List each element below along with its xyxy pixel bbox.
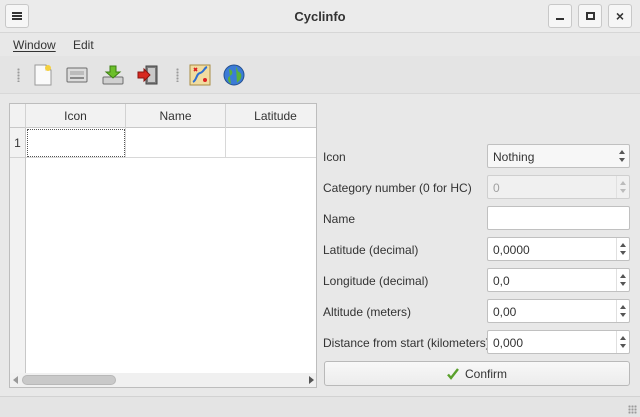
latitude-spinbox[interactable]: 0,0000 xyxy=(487,237,630,261)
latitude-value: 0,0000 xyxy=(493,243,530,257)
name-input[interactable] xyxy=(487,206,630,230)
combo-arrows-icon xyxy=(616,145,629,167)
icon-select-value: Nothing xyxy=(493,150,535,164)
minimize-button[interactable] xyxy=(548,4,572,28)
scrollbar-thumb[interactable] xyxy=(22,375,116,385)
table-corner[interactable] xyxy=(10,104,26,128)
horizontal-scrollbar[interactable] xyxy=(10,373,316,387)
title-bar: Cyclinfo × xyxy=(0,0,640,33)
column-header-latitude[interactable]: Latitude xyxy=(226,104,316,128)
scroll-right-icon[interactable] xyxy=(309,376,314,384)
distance-label: Distance from start (kilometers) xyxy=(323,336,490,350)
maximize-icon xyxy=(585,12,595,20)
route-map-icon[interactable] xyxy=(187,62,213,88)
status-bar xyxy=(0,396,640,417)
minimize-icon xyxy=(556,18,564,20)
altitude-spin-icon[interactable] xyxy=(616,300,629,322)
menu-window[interactable]: Window xyxy=(13,38,56,52)
confirm-button[interactable]: Confirm xyxy=(324,361,630,386)
distance-spin-icon[interactable] xyxy=(616,331,629,353)
table-cell-name[interactable] xyxy=(126,128,226,158)
row-header-1[interactable]: 1 xyxy=(10,128,25,158)
checkmark-icon xyxy=(447,367,459,380)
column-header-name[interactable]: Name xyxy=(126,104,226,128)
longitude-label: Longitude (decimal) xyxy=(323,274,429,288)
altitude-value: 0,00 xyxy=(493,305,517,319)
table-cell-icon[interactable] xyxy=(26,128,126,158)
category-value: 0 xyxy=(493,181,500,195)
exit-icon[interactable] xyxy=(135,62,161,88)
maximize-button[interactable] xyxy=(578,4,602,28)
icon-select[interactable]: Nothing xyxy=(487,144,630,168)
row-header-column: 1 xyxy=(10,128,26,373)
table-cell-latitude[interactable] xyxy=(226,128,316,158)
toolbar xyxy=(0,56,640,94)
category-label: Category number (0 for HC) xyxy=(323,181,472,195)
longitude-spin-icon[interactable] xyxy=(616,269,629,291)
open-icon[interactable] xyxy=(64,62,90,88)
longitude-spinbox[interactable]: 0,0 xyxy=(487,268,630,292)
altitude-label: Altitude (meters) xyxy=(323,305,412,319)
distance-spinbox[interactable]: 0,000 xyxy=(487,330,630,354)
longitude-value: 0,0 xyxy=(493,274,510,288)
toolbar-grip[interactable] xyxy=(17,68,20,82)
scroll-left-icon[interactable] xyxy=(13,376,18,384)
menu-bar: Window Edit xyxy=(0,34,640,56)
category-spin-icon xyxy=(616,176,629,198)
table-header: Icon Name Latitude xyxy=(10,104,316,128)
column-header-icon[interactable]: Icon xyxy=(26,104,126,128)
resize-grip-icon[interactable] xyxy=(628,405,637,414)
new-document-icon[interactable] xyxy=(30,62,56,88)
confirm-label: Confirm xyxy=(464,366,507,381)
menu-edit[interactable]: Edit xyxy=(73,38,94,52)
import-icon[interactable] xyxy=(100,62,126,88)
latitude-spin-icon[interactable] xyxy=(616,238,629,260)
distance-value: 0,000 xyxy=(493,336,524,350)
waypoint-table[interactable]: Icon Name Latitude 1 xyxy=(9,103,317,388)
icon-label: Icon xyxy=(323,150,346,164)
close-button[interactable]: × xyxy=(608,4,632,28)
category-spinbox: 0 xyxy=(487,175,630,199)
window-title: Cyclinfo xyxy=(294,9,346,24)
altitude-spinbox[interactable]: 0,00 xyxy=(487,299,630,323)
toolbar-grip-2[interactable] xyxy=(176,68,179,82)
name-label: Name xyxy=(323,212,356,226)
close-icon: × xyxy=(615,8,625,24)
latitude-label: Latitude (decimal) xyxy=(323,243,419,257)
globe-icon[interactable] xyxy=(221,62,247,88)
